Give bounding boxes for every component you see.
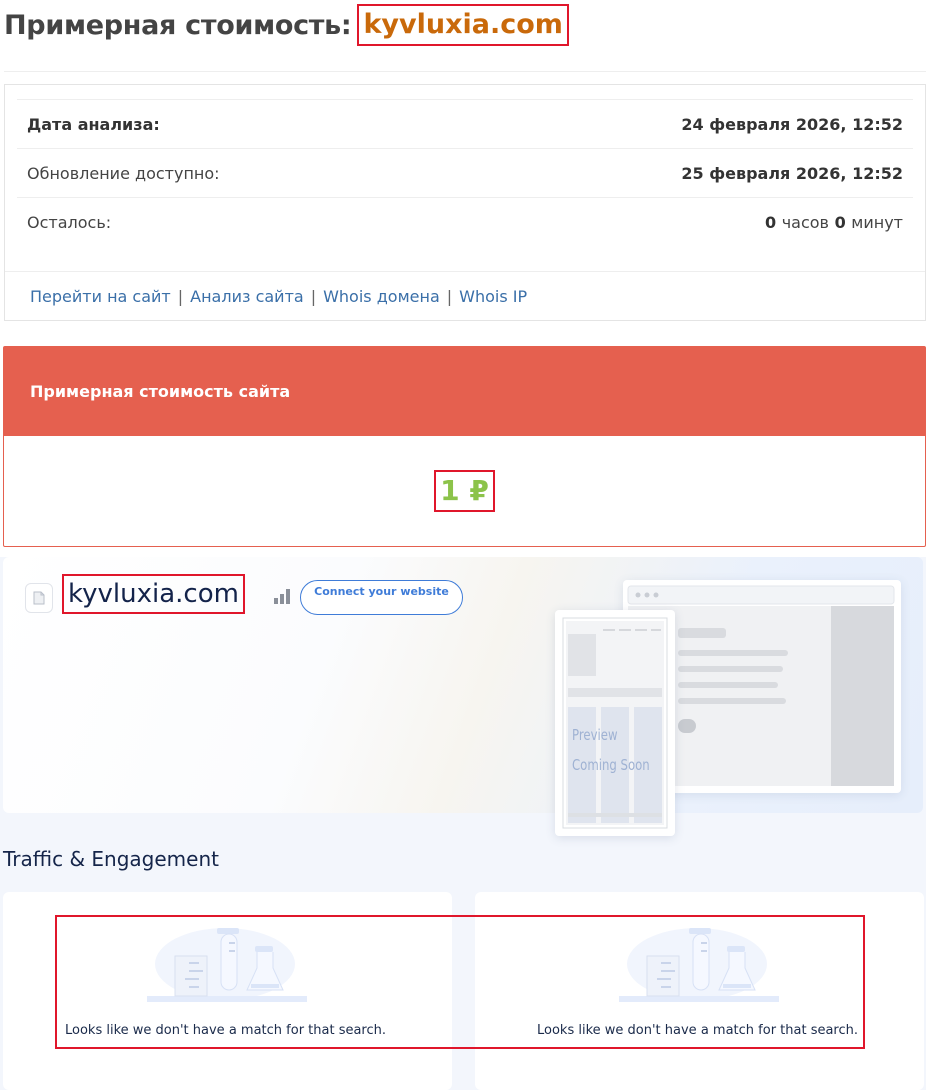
analysis-date-label: Дата анализа:	[27, 114, 160, 134]
info-row-remaining: Осталось: 0 часов 0 минут	[17, 197, 913, 246]
rank-bars-icon	[274, 589, 290, 604]
remaining-hours-unit: часов	[781, 212, 829, 232]
page-header: Примерная стоимость: kyvluxia.com	[4, 2, 569, 48]
link-whois-domain[interactable]: Whois домена	[323, 287, 440, 306]
link-whois-ip[interactable]: Whois IP	[459, 287, 527, 306]
preview-label: Preview	[572, 726, 618, 744]
remaining-minutes-unit: минут	[851, 212, 903, 232]
favicon-placeholder-icon	[25, 583, 53, 613]
site-value-panel: Примерная стоимость сайта 1 ₽	[3, 346, 926, 547]
site-links: Перейти на сайт | Анализ сайта | Whois д…	[5, 271, 925, 321]
remaining-hours: 0	[764, 212, 777, 232]
coming-soon-label: Coming Soon	[572, 756, 650, 774]
info-row-update-available: Обновление доступно: 25 февраля 2026, 12…	[17, 148, 913, 197]
site-value-body: 1 ₽	[4, 436, 925, 546]
highlight-frame	[55, 915, 865, 1049]
connect-website-button[interactable]: Connect your website	[300, 580, 463, 615]
link-separator: |	[446, 287, 453, 306]
remaining-value: 0 часов 0 минут	[765, 213, 903, 232]
remaining-minutes: 0	[834, 212, 846, 232]
link-go-to-site[interactable]: Перейти на сайт	[30, 287, 171, 306]
divider	[4, 71, 926, 72]
info-row-analysis-date: Дата анализа: 24 февраля 2026, 12:52	[17, 99, 913, 148]
site-preview-hero: kyvluxia.com Connect your website Previe…	[3, 557, 923, 836]
traffic-section-title: Traffic & Engagement	[3, 847, 219, 871]
page-title: Примерная стоимость:	[4, 9, 352, 41]
title-domain: kyvluxia.com	[357, 4, 569, 46]
link-site-analysis[interactable]: Анализ сайта	[190, 287, 304, 306]
update-available-value: 25 февраля 2026, 12:52	[681, 163, 903, 183]
link-separator: |	[310, 287, 317, 306]
analysis-date-value: 24 февраля 2026, 12:52	[681, 114, 903, 134]
site-value-heading: Примерная стоимость сайта	[4, 347, 925, 436]
widget-domain: kyvluxia.com	[62, 574, 245, 614]
update-available-label: Обновление доступно:	[27, 163, 220, 183]
remaining-label: Осталось:	[27, 212, 112, 232]
analysis-info-box: Дата анализа: 24 февраля 2026, 12:52 Обн…	[4, 84, 926, 321]
link-separator: |	[177, 287, 184, 306]
mobile-preview-mockup: Preview Coming Soon	[555, 610, 675, 836]
site-price: 1 ₽	[434, 470, 495, 512]
